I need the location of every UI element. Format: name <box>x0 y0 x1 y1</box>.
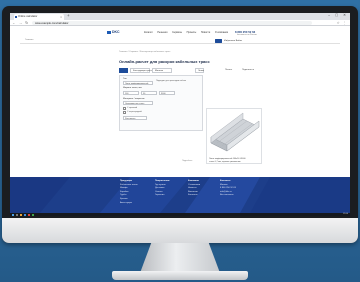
footer-link[interactable]: Все контакты <box>220 194 236 198</box>
cover-checkbox[interactable] <box>123 107 126 110</box>
site-logo[interactable]: DKC <box>107 30 120 34</box>
tab-trays[interactable] <box>119 68 128 73</box>
search-icon[interactable] <box>16 213 18 216</box>
favicon-icon <box>15 15 17 18</box>
page-title: Онлайн-расчет для раскроя кабельных трас… <box>119 59 210 64</box>
site-footer: Продукция Кабельные лотки Шкафы Коробки … <box>10 177 350 213</box>
app-icon[interactable] <box>32 213 34 216</box>
app-icon[interactable] <box>28 213 30 216</box>
length-select[interactable]: 3000 <box>159 91 175 95</box>
tab-route[interactable]: Конструкция трассы <box>130 68 154 73</box>
footer-column: Контакты Москва 8 800 250 52 63 info@dkc… <box>220 180 236 198</box>
nav-item[interactable]: Сервисы <box>172 31 182 34</box>
browser-tab-title: Online calculator <box>18 15 38 18</box>
os-taskbar: 12:00 <box>10 213 350 216</box>
footer-link[interactable]: Гарантия <box>155 194 169 198</box>
logo-icon <box>107 30 111 34</box>
breadcrumb[interactable]: Главная / Сервисы / Калькулятор кабельны… <box>119 51 171 53</box>
folder-icon[interactable] <box>20 213 22 216</box>
height-select[interactable]: 50 <box>141 91 157 95</box>
account-links[interactable]: Избранное Войти <box>224 40 242 42</box>
browser-icon[interactable] <box>24 213 26 216</box>
clock: 12:00 <box>342 213 348 215</box>
calculate-button[interactable]: Рассчитать <box>123 116 147 120</box>
nav-item[interactable]: О компании <box>215 31 228 34</box>
start-icon[interactable] <box>12 213 14 216</box>
tab-extra[interactable]: Лотки <box>195 68 204 73</box>
field-label: Тип <box>123 78 127 80</box>
nav-item[interactable]: Проекты <box>187 31 197 34</box>
divider-checkbox[interactable] <box>123 111 126 114</box>
subnav-home-link[interactable]: Главная <box>25 39 33 41</box>
main-nav: Каталог Решения Сервисы Проекты Новости … <box>144 31 232 34</box>
footer-column: Покупателям Где купить Доставка Оплата Г… <box>155 180 170 198</box>
nav-item[interactable]: Новости <box>201 31 210 34</box>
checkbox-label: С перегородкой <box>127 111 142 113</box>
footer-column: Компания О компании Новости Вакансии Кон… <box>188 180 201 198</box>
type-hint: Подходит для прокладки кабеля <box>156 80 187 82</box>
product-caption: Лоток перфорированный 100х50 L3000 сталь… <box>209 158 246 163</box>
footer-link[interactable]: Аксессуары <box>120 202 138 206</box>
monitor-base <box>112 271 248 280</box>
nav-item[interactable]: Каталог <box>144 31 153 34</box>
footer-link[interactable]: Контакты <box>188 194 200 198</box>
product-card[interactable] <box>206 108 262 164</box>
footer-pattern <box>10 177 350 213</box>
field-label: Материал / покрытие <box>123 98 145 100</box>
extension-icons[interactable]: ☆ ⋮ <box>337 21 347 25</box>
phone-caption: бесплатно по России <box>237 34 257 36</box>
browser-tab-strip: Online calculator × + – ▢ ✕ <box>10 13 350 20</box>
site-header: DKC Каталог Решения Сервисы Проекты Ново… <box>10 26 350 48</box>
type-select[interactable]: Лоток перфорированный <box>123 81 153 85</box>
tab-mounting[interactable]: Монтаж <box>152 68 172 73</box>
material-select[interactable]: Оцинкованная сталь <box>123 101 153 105</box>
calculator-form: Тип Лоток перфорированный Подходит для п… <box>119 75 203 131</box>
divider <box>20 43 340 44</box>
print-link[interactable]: Печать <box>225 69 232 71</box>
close-icon[interactable]: × <box>60 15 62 19</box>
cart-button[interactable] <box>215 39 222 43</box>
web-page: DKC Каталог Решения Сервисы Проекты Ново… <box>10 26 350 216</box>
footer-column: Продукция Кабельные лотки Шкафы Коробки … <box>120 180 138 206</box>
share-link[interactable]: Поделиться <box>242 69 254 71</box>
navigation-buttons[interactable]: ← → ↻ <box>12 21 29 25</box>
new-tab-button[interactable]: + <box>67 13 70 18</box>
monitor-chin <box>2 218 358 243</box>
width-select[interactable]: 100 <box>123 91 139 95</box>
field-label: Ширина лотка, мм <box>123 87 142 89</box>
url-input[interactable]: www.example.com/calculator <box>32 21 312 25</box>
monitor-stand <box>140 243 220 273</box>
nav-item[interactable]: Решения <box>157 31 167 34</box>
checkbox-label: С крышкой <box>127 107 138 109</box>
monitor-screen: Online calculator × + – ▢ ✕ ← → ↻ www.ex… <box>10 13 350 216</box>
details-link[interactable]: Подробнее <box>182 160 192 162</box>
cable-tray-image <box>210 112 260 152</box>
window-controls[interactable]: – ▢ ✕ <box>328 13 348 17</box>
